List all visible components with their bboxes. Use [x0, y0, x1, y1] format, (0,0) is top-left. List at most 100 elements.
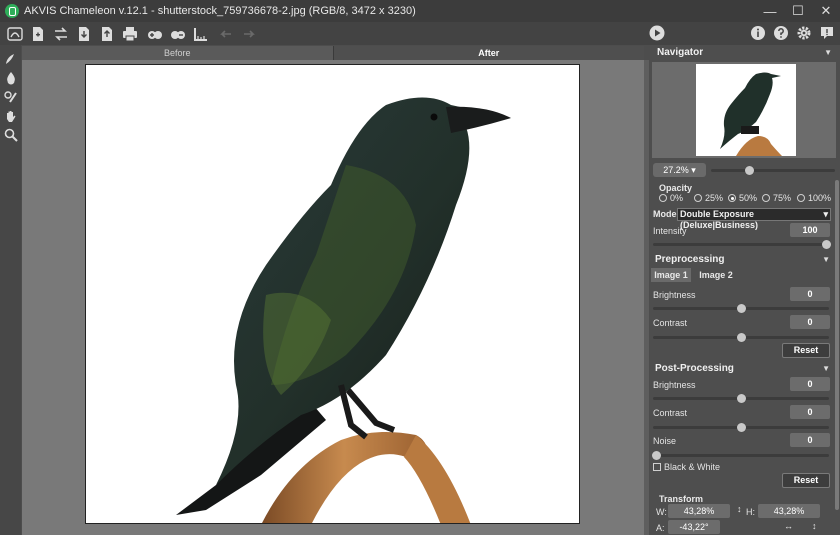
- link-icon[interactable]: ↕: [737, 504, 742, 514]
- opacity-label-75: 75%: [773, 193, 792, 203]
- transform-title: Transform: [659, 494, 704, 504]
- intensity-label: Intensity: [653, 226, 687, 236]
- redo-icon[interactable]: [238, 24, 260, 44]
- zoom-select[interactable]: 27.2% ▾: [653, 163, 706, 177]
- eye-plus-icon[interactable]: [144, 24, 166, 44]
- collapse-icon[interactable]: ▼: [824, 46, 832, 60]
- intensity-slider-knob[interactable]: [822, 240, 831, 249]
- preprocessing-title: Preprocessing: [655, 254, 725, 265]
- transform-a-value[interactable]: -43,22°: [668, 520, 720, 534]
- tool-panel: [0, 45, 21, 535]
- opacity-label-100: 100%: [808, 193, 832, 203]
- opacity-label-50: 50%: [739, 193, 758, 203]
- mode-select[interactable]: Double Exposure (Deluxe|Business) ▾: [677, 208, 831, 230]
- toolbar: [0, 22, 840, 45]
- pre-reset-button[interactable]: Reset: [782, 343, 830, 358]
- opacity-radio-0[interactable]: [659, 194, 667, 202]
- window-title: AKVIS Chameleon v.12.1 - shutterstock_75…: [24, 5, 416, 17]
- black-white-label: Black & White: [664, 462, 721, 472]
- collapse-icon[interactable]: ▼: [822, 362, 830, 376]
- feedback-icon[interactable]: [816, 23, 838, 43]
- print-icon[interactable]: [119, 24, 141, 44]
- post-brightness-label: Brightness: [653, 380, 696, 390]
- app-window: AKVIS Chameleon v.12.1 - shutterstock_75…: [0, 0, 840, 535]
- zoom-icon[interactable]: [0, 125, 21, 144]
- pre-brightness-knob[interactable]: [737, 304, 746, 313]
- flip-horizontal-icon[interactable]: ↔: [784, 521, 793, 531]
- settings-icon[interactable]: [793, 23, 815, 43]
- pre-brightness-value[interactable]: 0: [790, 287, 830, 301]
- opacity-radio-50[interactable]: [728, 194, 736, 202]
- swap-icon[interactable]: [50, 24, 72, 44]
- noise-knob[interactable]: [652, 451, 661, 460]
- tab-before[interactable]: Before: [22, 46, 333, 60]
- intensity-slider[interactable]: [653, 243, 829, 246]
- pre-contrast-label: Contrast: [653, 318, 688, 328]
- result-image[interactable]: [85, 64, 580, 524]
- noise-slider[interactable]: [653, 454, 829, 457]
- undo-icon[interactable]: [215, 24, 237, 44]
- intensity-value[interactable]: 100: [790, 223, 830, 237]
- transform-w-label: W:: [656, 507, 667, 517]
- opacity-radio-25[interactable]: [694, 194, 702, 202]
- black-white-checkbox[interactable]: [653, 463, 661, 471]
- mode-label: Mode: [653, 209, 677, 219]
- post-brightness-knob[interactable]: [737, 394, 746, 403]
- pre-contrast-value[interactable]: 0: [790, 315, 830, 329]
- preprocessing-header[interactable]: Preprocessing ▼: [650, 253, 836, 267]
- post-contrast-knob[interactable]: [737, 423, 746, 432]
- flip-vertical-icon[interactable]: ↕: [812, 521, 817, 531]
- tab-image-2[interactable]: Image 2: [696, 268, 736, 282]
- transform-w-value[interactable]: 43,28%: [668, 504, 730, 518]
- navigator-thumbnail[interactable]: [696, 64, 796, 156]
- post-reset-button[interactable]: Reset: [782, 473, 830, 488]
- hand-icon[interactable]: [0, 106, 21, 125]
- canvas-scrollbar[interactable]: [644, 60, 649, 535]
- transform-a-label: A:: [656, 523, 665, 533]
- app-logo-icon: [5, 4, 19, 18]
- minimize-icon[interactable]: —: [756, 0, 784, 22]
- maximize-icon[interactable]: ☐: [784, 0, 812, 22]
- zoom-slider[interactable]: [711, 169, 835, 172]
- close-icon[interactable]: ✕: [812, 0, 840, 22]
- pre-contrast-knob[interactable]: [737, 333, 746, 342]
- panel-scrollbar[interactable]: [835, 180, 839, 510]
- noise-label: Noise: [653, 436, 677, 446]
- opacity-label-0: 0%: [670, 193, 684, 203]
- pre-brightness-label: Brightness: [653, 290, 696, 300]
- post-processing-title: Post-Processing: [655, 363, 734, 374]
- chevron-down-icon: ▾: [823, 209, 828, 219]
- zoom-slider-knob[interactable]: [745, 166, 754, 175]
- tab-after[interactable]: After: [332, 46, 644, 60]
- help-icon[interactable]: [770, 23, 792, 43]
- import-icon[interactable]: [73, 24, 95, 44]
- export-icon[interactable]: [96, 24, 118, 44]
- view-tabs: Before After: [22, 46, 644, 60]
- home-icon[interactable]: [4, 24, 26, 44]
- transform-h-value[interactable]: 43,28%: [758, 504, 820, 518]
- info-icon[interactable]: [747, 23, 769, 43]
- eye-minus-icon[interactable]: [167, 24, 189, 44]
- noise-value[interactable]: 0: [790, 433, 830, 447]
- navigator-title: Navigator: [657, 47, 704, 58]
- opacity-radio-75[interactable]: [762, 194, 770, 202]
- ruler-icon[interactable]: [190, 24, 212, 44]
- collapse-icon[interactable]: ▼: [822, 253, 830, 267]
- opacity-radio-100[interactable]: [797, 194, 805, 202]
- tab-image-1[interactable]: Image 1: [651, 268, 691, 282]
- play-icon[interactable]: [648, 24, 666, 42]
- navigator-header[interactable]: Navigator ▼: [652, 46, 838, 60]
- title-bar: AKVIS Chameleon v.12.1 - shutterstock_75…: [0, 0, 840, 22]
- drop-icon[interactable]: [0, 68, 21, 87]
- mode-value: Double Exposure (Deluxe|Business): [680, 209, 759, 230]
- post-contrast-value[interactable]: 0: [790, 405, 830, 419]
- open-file-icon[interactable]: [27, 24, 49, 44]
- magic-brush-icon[interactable]: [0, 87, 21, 106]
- opacity-title: Opacity: [659, 183, 693, 193]
- brush-icon[interactable]: [0, 49, 21, 68]
- post-brightness-value[interactable]: 0: [790, 377, 830, 391]
- post-processing-header[interactable]: Post-Processing ▼: [650, 362, 836, 376]
- post-contrast-label: Contrast: [653, 408, 688, 418]
- transform-h-label: H:: [746, 507, 755, 517]
- opacity-label-25: 25%: [705, 193, 724, 203]
